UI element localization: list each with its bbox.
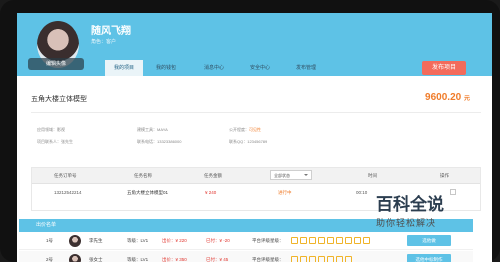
cell-task-name[interactable]: 五角大楼立体模型01: [127, 186, 168, 200]
select-bidder-button[interactable]: 选他中标制作: [407, 254, 451, 262]
star-badge-icon: [291, 256, 298, 262]
bidder-avatar: [69, 254, 81, 262]
star-badge-icon: [318, 256, 325, 262]
star-badge-icon: [318, 237, 325, 244]
user-name: 随风飞翔: [91, 26, 131, 37]
info-visibility: 公开程度：可见性: [229, 127, 261, 133]
publish-project-button[interactable]: 发布项目: [422, 61, 466, 75]
user-role: 角色：客户: [91, 39, 117, 45]
star-badge-icon: [327, 237, 334, 244]
tab-my-projects[interactable]: 我的项目: [105, 60, 143, 76]
star-badge-icon: [345, 237, 352, 244]
bidder-row: 2号 张女士 等级：LV1 出价：¥ 350 已付：¥ 45 平台评级星级： 选…: [19, 251, 473, 262]
bidder-avatar: [69, 235, 81, 247]
price-unit: 元: [463, 96, 470, 102]
info-industry: 应用领域：影视: [37, 127, 65, 132]
project-content: 五角大楼立体模型 9600.20 元 应用领域：影视 建模工具：MAYA 公开程…: [17, 76, 492, 262]
star-badge-icon: [363, 237, 370, 244]
col-order-id: 任务订单号: [54, 173, 77, 178]
star-badge-icon: [309, 256, 316, 262]
bidder-rating-badges: [291, 237, 411, 245]
col-task-name: 任务名称: [134, 173, 152, 178]
tab-message-center[interactable]: 消息中心: [193, 60, 235, 76]
info-phone: 联系电话：13323386000: [137, 139, 182, 144]
status-filter-select[interactable]: 全部状态: [270, 170, 312, 180]
project-price: 9600.20 元: [425, 92, 470, 103]
star-badge-icon: [300, 237, 307, 244]
bidder-rank: 1号: [46, 238, 54, 243]
star-badge-icon: [327, 256, 334, 262]
bidder-row: 1号 李先生 等级：LV1 出价：¥ 220 已付：¥ -20 平台评级星级： …: [19, 232, 473, 250]
watermark-sub: 助你轻松解决: [376, 218, 437, 228]
cell-task-amount: ¥ 240: [205, 190, 217, 195]
cell-task-status: 进行中: [278, 190, 292, 195]
col-time: 时间: [368, 173, 377, 178]
bidder-evaluation-label: 平台评级星级：: [252, 238, 284, 243]
star-badge-icon: [300, 256, 307, 262]
star-badge-icon: [336, 237, 343, 244]
project-title: 五角大楼立体模型: [31, 96, 87, 103]
bidder-name: 李先生: [89, 238, 103, 243]
bidder-name: 张女士: [89, 257, 103, 262]
info-contact: 项目联系人：张先生: [37, 139, 73, 144]
star-badge-icon: [309, 237, 316, 244]
title-divider: [31, 112, 481, 113]
bidder-level: 等级：LV1: [127, 257, 149, 262]
col-task-amount: 任务金额: [204, 173, 222, 178]
star-badge-icon: [354, 237, 361, 244]
star-badge-icon: [291, 237, 298, 244]
visibility-value: 可见性: [249, 127, 261, 132]
task-table-header: 任务订单号 任务名称 任务金额 全部状态 时间 操作: [32, 168, 480, 184]
info-software: 建模工具：MAYA: [137, 127, 168, 132]
visibility-label: 公开程度：: [229, 127, 249, 132]
price-value: 9600.20: [425, 92, 462, 103]
select-bidder-button[interactable]: 选他做: [407, 235, 451, 246]
bidder-rating-badges: [291, 256, 411, 262]
watermark: 百科全说 助你轻松解决: [360, 190, 480, 230]
watermark-main: 百科全说: [376, 195, 444, 214]
cell-order-id: 13212542214: [54, 190, 82, 195]
bidder-deposit: 已付：¥ 45: [206, 257, 229, 262]
bidder-price: 出价：¥ 220: [162, 238, 187, 243]
col-operation: 操作: [440, 173, 449, 178]
bidder-evaluation-label: 平台评级星级：: [252, 257, 284, 262]
tab-publish-management[interactable]: 发布管理: [285, 60, 327, 76]
bidder-rank: 2号: [46, 257, 54, 262]
tab-security[interactable]: 安全中心: [239, 60, 281, 76]
bidder-level: 等级：LV1: [127, 238, 149, 243]
main-tabs: 我的项目 我的钱包 消息中心 安全中心 发布管理: [17, 60, 492, 76]
profile-header: 编辑头像 随风飞翔 角色：客户 我的项目 我的钱包 消息中心 安全中心 发布管理…: [17, 13, 492, 76]
bidder-price: 出价：¥ 350: [162, 257, 187, 262]
tab-wallet[interactable]: 我的钱包: [147, 60, 185, 76]
star-badge-icon: [345, 256, 352, 262]
bidder-deposit: 已付：¥ -20: [206, 238, 230, 243]
info-qq: 联系QQ：123456789: [229, 139, 268, 144]
star-badge-icon: [336, 256, 343, 262]
